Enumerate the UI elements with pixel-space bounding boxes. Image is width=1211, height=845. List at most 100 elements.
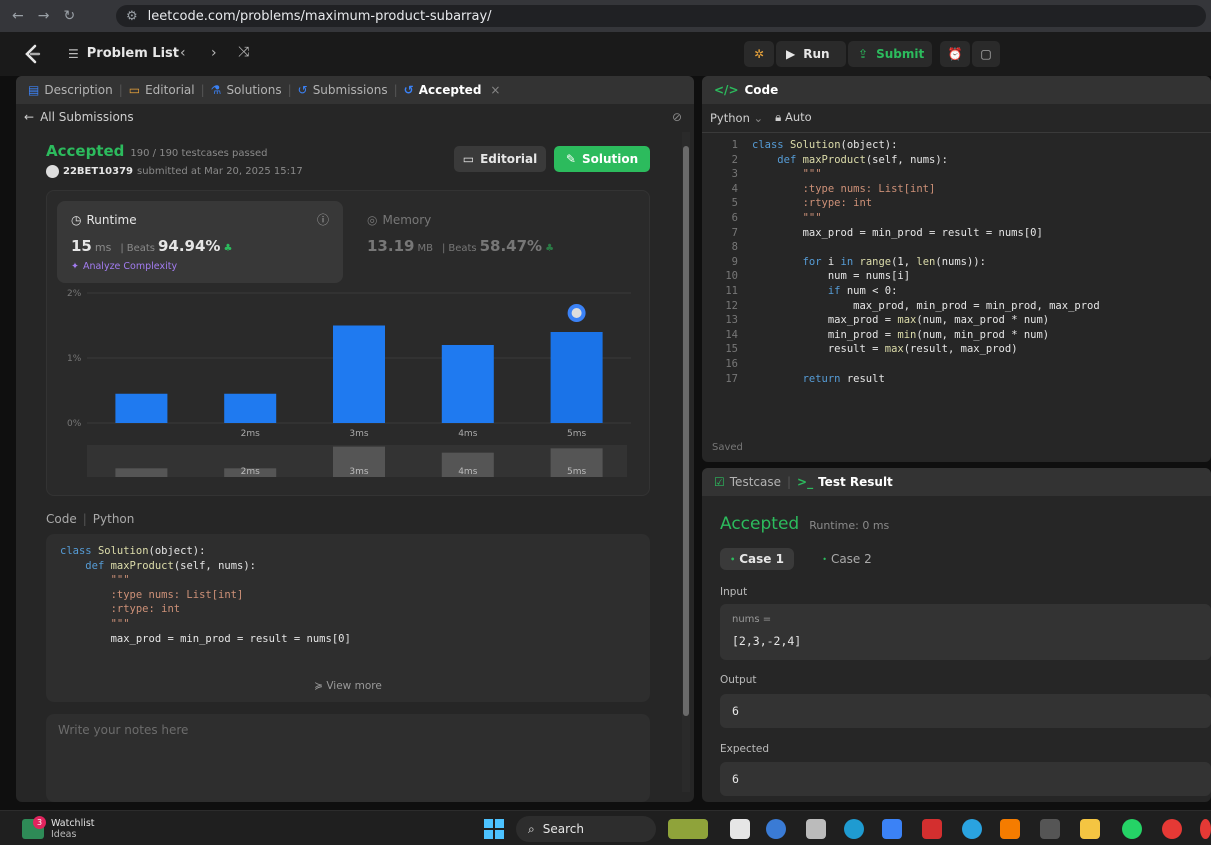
back-arrow-icon[interactable]: ← [12,8,24,24]
line-number-gutter: 1 2 3 4 5 6 7 8 9 10 11 12 13 14 15 16 17 [716,138,738,386]
forward-arrow-icon[interactable]: → [38,8,50,24]
line-number: 1 [731,139,738,151]
copilot-icon[interactable] [766,819,786,839]
tab-solutions[interactable]: ⚗ Solutions [211,83,282,97]
editor-code-line: for i in range(1, len(nums)): [802,255,986,268]
shuffle-icon[interactable]: ⤨ [238,44,249,60]
code-tab-title[interactable]: Code [745,83,779,97]
task-view-icon[interactable] [730,819,750,839]
edit-icon: ✎ [565,152,576,166]
tab-testcase[interactable]: ☑ Testcase [714,475,781,489]
chart-bar [550,332,603,423]
view-more-button[interactable]: ≽ View more [46,680,650,692]
leetcode-logo[interactable] [24,44,42,64]
submission-panel: ▤ Description | ▭ Editorial | ⚗ Solutions |… [16,76,694,802]
taskbar-search[interactable]: ⌕ Search [516,816,656,842]
site-settings-icon[interactable]: ⚙ [126,9,138,24]
memory-box[interactable]: ◎ Memory 13.19 MB | Beats 58.47% ♣ [353,201,639,283]
prev-problem-icon[interactable]: ‹ [180,45,186,61]
output-box: 6 [720,694,1211,728]
submit-button[interactable]: ⇪ Submit [848,41,932,67]
back-arrow-icon: ← [24,110,35,124]
telegram-icon[interactable] [962,819,982,839]
scrollbar-track[interactable] [682,132,690,792]
tab-accepted[interactable]: ↺ Accepted × [404,83,501,97]
line-number: 7 [731,226,738,239]
notes-icon[interactable]: ▢ [972,41,1000,67]
case-2-tab[interactable]: • Case 2 [810,548,884,570]
x-tick-label: 4ms [458,429,477,439]
chrome-icon[interactable] [1162,819,1182,839]
info-icon[interactable]: ⓘ [317,211,329,228]
chrome-icon-2[interactable] [1200,819,1211,839]
store-icon[interactable] [882,819,902,839]
all-submissions-link[interactable]: ← All Submissions [24,110,134,124]
widget-plant-icon[interactable] [668,819,708,839]
run-button[interactable]: ▶ Run [776,41,846,67]
whatsapp-icon[interactable] [1122,819,1142,839]
editor-code-line: num = nums[i] [752,270,911,283]
avatar[interactable] [46,165,59,178]
link-icon[interactable]: ⊘ [672,110,682,124]
analyze-complexity-link[interactable]: ✦ Analyze Complexity [71,261,177,272]
runtime-box[interactable]: ◷ Runtime ⓘ 15 ms | Beats 94.94% ♣ ✦ Analy… [57,201,343,283]
scrollbar-thumb[interactable] [683,146,689,716]
chart-bar [224,393,277,423]
tab-description[interactable]: ▤ Description [28,83,113,97]
overview-bar [115,468,168,477]
editorial-button[interactable]: ▭ Editorial [454,146,546,172]
code-editor-text[interactable]: class Solution(object): def maxProduct(s… [752,138,1100,386]
file-explorer-icon[interactable] [1080,819,1100,839]
overview-label: 5ms [567,467,586,477]
reload-icon[interactable]: ↻ [63,8,75,24]
chart-bar [333,325,385,423]
problem-list-button[interactable]: ☰ Problem List [68,46,179,61]
search-icon: ⌕ [528,821,535,836]
alarm-clock-icon[interactable]: ⏰ [940,41,970,67]
line-number: 17 [725,372,738,385]
list-icon: ☰ [68,46,79,61]
editor-code-line: min_prod = min(num, min_prod * num) [752,328,1050,341]
address-bar[interactable]: ⚙ leetcode.com/problems/maximum-product-… [116,5,1206,27]
next-problem-icon[interactable]: › [211,45,217,61]
notes-input[interactable]: Write your notes here [46,714,650,802]
debug-icon[interactable]: ✲ [744,41,774,67]
close-tab-icon[interactable]: × [490,83,500,97]
user-avatar-dot [571,308,582,318]
memory-chip-icon: ◎ [367,213,378,227]
editor-code-line: """ [752,168,822,181]
settings-icon[interactable] [806,819,826,839]
app-icon[interactable] [1040,819,1060,839]
acrobat-icon[interactable] [922,819,942,839]
editor-code-line: max_prod, min_prod = min_prod, max_prod [752,299,1100,312]
auto-mode-toggle[interactable]: 🔒︎ Auto [775,110,811,125]
lock-icon: 🔒︎ [775,110,782,124]
line-number: 2 [731,153,738,166]
windows-start-icon[interactable] [484,819,504,839]
overview-label: 2ms [241,467,260,477]
edge-icon[interactable] [844,819,864,839]
editor-code-line: class Solution(object): [752,139,898,151]
tab-test-result[interactable]: >_ Test Result [797,475,893,489]
line-number: 4 [731,182,738,195]
runtime-distribution-chart[interactable]: 2% 1% 0% 2ms 3ms 4ms 5ms 2ms 3ms 4ms 5ms [47,287,651,487]
line-number: 15 [725,343,738,356]
preview-code-line: def maxProduct(self, nums): [85,559,256,572]
clock-icon: ◷ [71,213,82,227]
performance-card: ◷ Runtime ⓘ 15 ms | Beats 94.94% ♣ ✦ Analy… [46,190,650,496]
language-select[interactable]: Python ⌄ [710,111,763,125]
case-1-tab[interactable]: • Case 1 [720,548,794,570]
tab-editorial[interactable]: ▭ Editorial [129,83,195,97]
y-tick-label: 0% [67,419,82,429]
input-box: nums = [2,3,-2,4] [720,604,1211,660]
expected-box: 6 [720,762,1211,796]
watchlist-widget[interactable]: Watchlist Ideas [51,818,95,840]
chart-bar [115,393,168,423]
tab-submissions[interactable]: ↺ Submissions [298,83,388,97]
chart-bar [441,345,494,423]
windows-taskbar: 3 Watchlist Ideas ⌕ Search [0,810,1211,845]
vlc-icon[interactable] [1000,819,1020,839]
line-number: 6 [731,211,738,224]
line-number: 11 [725,284,738,297]
solution-button[interactable]: ✎ Solution [554,146,650,172]
